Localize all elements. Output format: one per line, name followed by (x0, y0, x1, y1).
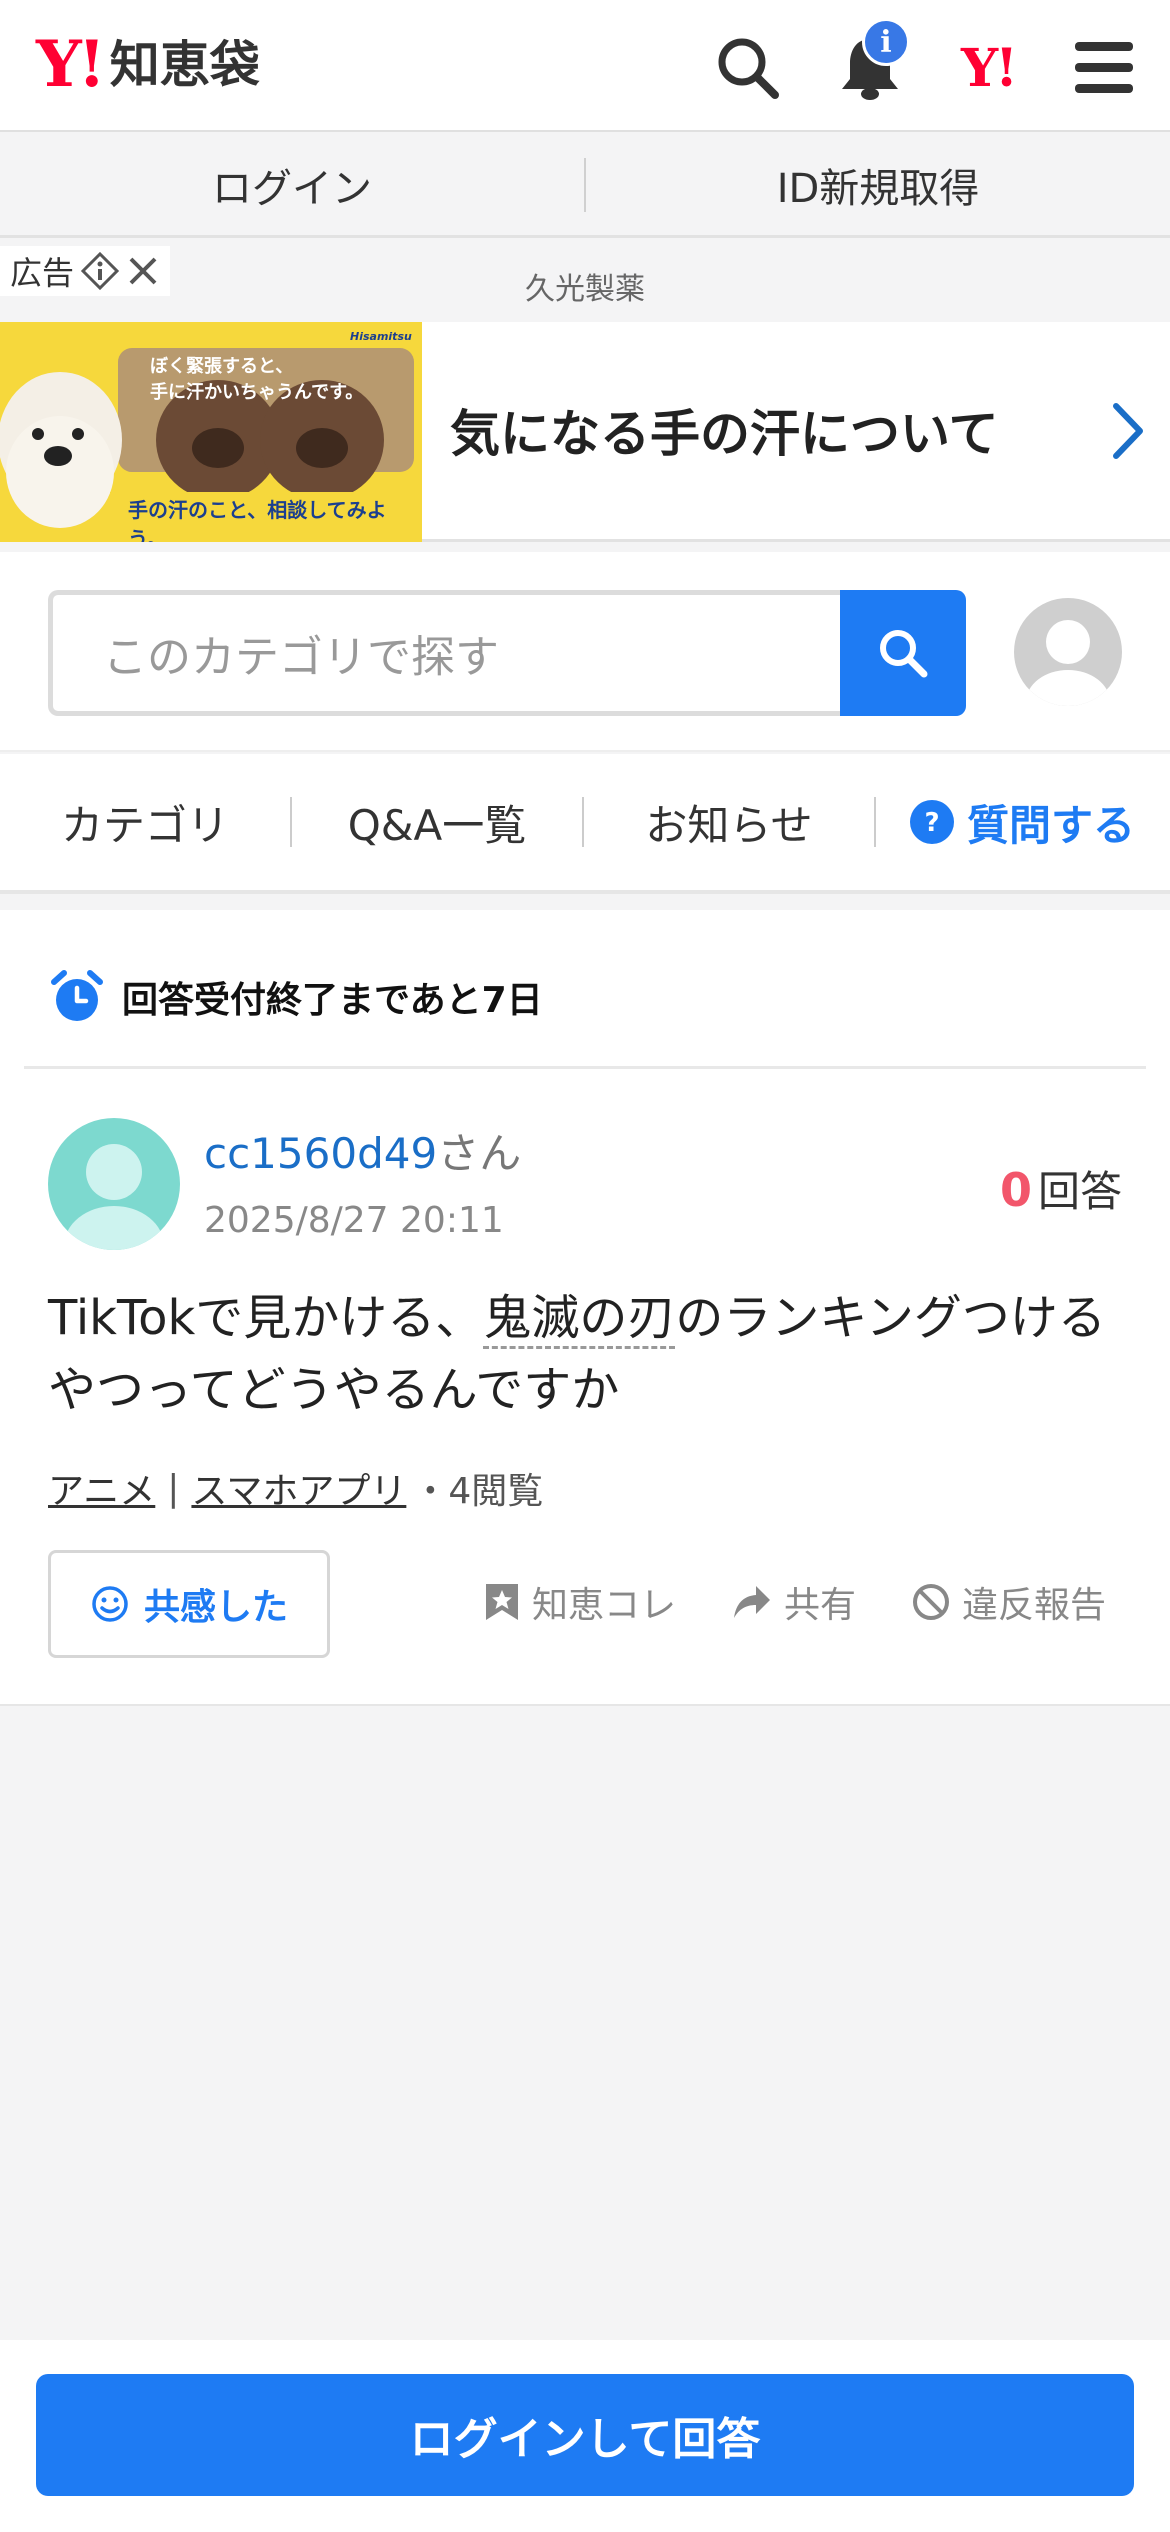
search-section: このカテゴリで探す (0, 552, 1170, 752)
ad-image-brand: Hisamitsu (350, 330, 412, 343)
yahoo-logo-mark: Y! (36, 27, 106, 102)
ask-question-button[interactable]: ? 質問する (876, 752, 1168, 892)
smile-icon (92, 1586, 128, 1622)
deadline-text: 回答受付終了まであと7日 (122, 980, 543, 1021)
asker-name[interactable]: cc1560d49さん (204, 1120, 521, 1181)
ad-header: 久光製薬 広告 (0, 246, 1170, 322)
yahoo-top-link[interactable]: Y! (950, 30, 1026, 106)
register-link[interactable]: ID新規取得 (586, 134, 1170, 235)
ad-image-line1: ぼく緊張すると、 (150, 356, 294, 377)
service-name: 知恵袋 (109, 36, 260, 94)
category-search-input[interactable]: このカテゴリで探す (48, 590, 848, 716)
search-button[interactable] (840, 590, 966, 716)
question-body: TikTokで見かける、鬼滅の刃のランキングつけるやつってどうやるんですか (48, 1282, 1128, 1426)
login-to-answer-button[interactable]: ログインして回答 (36, 2374, 1134, 2496)
report-label: 違反報告 (961, 1585, 1106, 1626)
ask-question-label: 質問する (966, 800, 1135, 850)
report-button[interactable]: 違反報告 (912, 1576, 1106, 1628)
app-header: Y! 知恵袋 i Y! (0, 0, 1170, 132)
login-link[interactable]: ログイン (0, 134, 584, 235)
ad-title: 気になる手の汗について (450, 405, 999, 463)
question-tags: アニメ | スマホアプリ ・4閲覧 (48, 1462, 543, 1514)
question-actions: 知恵コレ 共有 違反報告 (484, 1576, 1106, 1628)
asker-id: cc1560d49 (204, 1129, 438, 1178)
tag-separator: | (167, 1467, 180, 1509)
nav-qa-list[interactable]: Q&A一覧 (292, 752, 582, 892)
chevron-right-icon (1110, 402, 1146, 460)
ad-sponsor: 久光製薬 (525, 272, 645, 307)
search-icon[interactable] (710, 30, 786, 106)
search-icon (880, 630, 928, 678)
chiebukuro-logo[interactable]: Y! 知恵袋 (36, 30, 260, 100)
bookmark-star-icon (485, 1584, 518, 1620)
nav-notices[interactable]: お知らせ (584, 752, 874, 892)
notification-badge: i (862, 18, 910, 66)
empathy-label: 共感した (143, 1587, 288, 1628)
empathy-button[interactable]: 共感した (48, 1550, 330, 1658)
ad-banner[interactable]: ぼく緊張すると、 手に汗かいちゃうんです。 手の汗のこと、相談してみよう。 Hi… (0, 322, 1170, 542)
ad-info-icon[interactable] (80, 251, 120, 291)
view-count: ・4閲覧 (412, 1471, 544, 1512)
ad-image: ぼく緊張すると、 手に汗かいちゃうんです。 手の汗のこと、相談してみよう。 Hi… (0, 322, 422, 542)
category-nav: カテゴリ Q&A一覧 お知らせ ? 質問する (0, 754, 1170, 894)
answer-count-label: 回答 (1037, 1167, 1122, 1216)
nav-category[interactable]: カテゴリ (0, 752, 290, 892)
ad-image-caption: 手の汗のこと、相談してみよう。 (128, 498, 387, 542)
answer-count: 0 回答 (1000, 1158, 1122, 1219)
answer-count-number: 0 (999, 1163, 1032, 1217)
answer-deadline: 回答受付終了まであと7日 (50, 970, 543, 1024)
card-divider (24, 1066, 1146, 1069)
svg-text:?: ? (924, 808, 939, 838)
ad-close-icon[interactable] (126, 254, 160, 288)
notification-bell-icon[interactable]: i (832, 18, 910, 106)
question-date: 2025/8/27 20:11 (204, 1200, 504, 1241)
user-avatar[interactable] (1014, 598, 1122, 706)
asker-avatar[interactable] (48, 1118, 180, 1250)
alarm-clock-icon (51, 970, 103, 1021)
login-bar: ログイン ID新規取得 (0, 134, 1170, 238)
share-arrow-icon (733, 1586, 770, 1618)
ad-label-text: 広告 (10, 254, 75, 292)
ad-image-line2: 手に汗かいちゃうんです。 (150, 382, 364, 403)
prohibited-icon (912, 1584, 949, 1620)
yahoo-mark: Y! (961, 37, 1018, 99)
share-label: 共有 (783, 1585, 856, 1626)
asker-suffix: さん (437, 1129, 522, 1178)
menu-icon[interactable] (1066, 30, 1142, 106)
bottom-bar: ログインして回答 (0, 2340, 1170, 2532)
question-icon: ? (909, 800, 954, 844)
tag-anime[interactable]: アニメ (48, 1462, 155, 1514)
share-button[interactable]: 共有 (732, 1576, 856, 1628)
question-body-start: TikTokで見かける、 (48, 1290, 484, 1346)
ad-label: 広告 (0, 246, 171, 296)
collect-button[interactable]: 知恵コレ (484, 1576, 676, 1628)
tag-smartphone-app[interactable]: スマホアプリ (191, 1462, 406, 1514)
collect-label: 知恵コレ (531, 1585, 676, 1626)
question-card: 回答受付終了まであと7日 cc1560d49さん 2025/8/27 20:11… (0, 910, 1170, 1706)
question-keyword-link[interactable]: 鬼滅の刃 (483, 1290, 676, 1349)
